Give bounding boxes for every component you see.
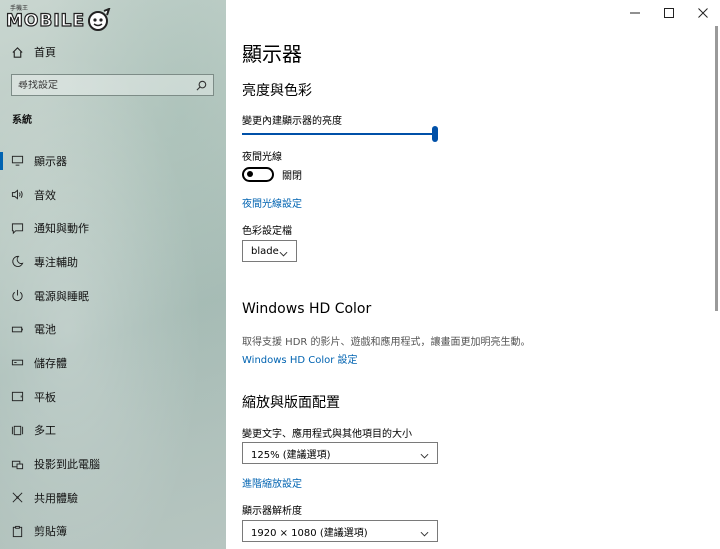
scale-value: 125% (建議選項)	[251, 449, 331, 461]
search-field[interactable]	[11, 74, 214, 96]
sidebar-item-notifications[interactable]: 通知與動作	[0, 211, 226, 245]
sidebar-item-label: 電池	[34, 323, 56, 337]
sidebar-item-project-to-pc[interactable]: 投影到此電腦	[0, 447, 226, 481]
brightness-slider[interactable]	[242, 126, 438, 142]
search-input[interactable]	[18, 79, 178, 91]
night-light-toggle[interactable]	[242, 166, 274, 182]
window-controls	[618, 0, 720, 24]
sidebar-item-label: 投影到此電腦	[34, 458, 100, 472]
sidebar: 手機王 MOBILE 首頁 系統 顯示器	[0, 0, 226, 549]
sidebar-item-label: 首頁	[34, 46, 56, 59]
sidebar-item-storage[interactable]: 儲存體	[0, 346, 226, 380]
close-button[interactable]	[686, 0, 720, 24]
sidebar-item-label: 顯示器	[34, 154, 67, 168]
watermark-brand-text: MOBILE	[5, 10, 86, 31]
sidebar-item-label: 電源與睡眠	[34, 289, 89, 303]
brightness-heading: 亮度與色彩	[242, 83, 312, 99]
sidebar-item-label: 多工	[34, 424, 56, 438]
sidebar-item-focus-assist[interactable]: 專注輔助	[0, 245, 226, 279]
sidebar-item-display[interactable]: 顯示器	[0, 144, 226, 178]
clipboard-icon	[0, 525, 34, 538]
chevron-down-icon	[420, 444, 429, 463]
minimize-icon	[630, 3, 640, 22]
color-profile-value: blade	[251, 245, 279, 257]
toggle-knob	[247, 171, 253, 177]
sidebar-section-title: 系統	[12, 115, 32, 126]
sidebar-item-multitasking[interactable]: 多工	[0, 414, 226, 448]
hdr-description: 取得支援 HDR 的影片、遊戲和應用程式，讓畫面更加明亮生動。	[242, 337, 531, 348]
storage-icon	[0, 356, 34, 369]
multitask-icon	[0, 424, 34, 437]
color-profile-dropdown[interactable]: blade	[242, 240, 297, 262]
search-icon[interactable]	[196, 76, 207, 95]
night-light-toggle-state: 關閉	[282, 170, 302, 182]
tablet-icon	[0, 390, 34, 403]
resolution-dropdown[interactable]: 1920 × 1080 (建議選項)	[242, 520, 438, 542]
sidebar-item-battery[interactable]: 電池	[0, 312, 226, 346]
chevron-down-icon	[420, 522, 429, 541]
maximize-button[interactable]	[652, 0, 686, 24]
home-icon	[0, 46, 34, 59]
logo-face-icon	[88, 8, 111, 31]
scale-layout-heading: 縮放與版面配置	[242, 395, 340, 411]
watermark-small-text: 手機王	[10, 5, 29, 12]
monitor-icon	[0, 154, 34, 167]
battery-icon	[0, 323, 34, 336]
sidebar-item-label: 儲存體	[34, 356, 67, 370]
hdr-heading: Windows HD Color	[242, 301, 372, 317]
moon-icon	[0, 255, 34, 268]
sidebar-item-label: 平板	[34, 390, 56, 404]
slider-track	[242, 133, 435, 135]
close-icon	[698, 3, 708, 22]
sidebar-item-clipboard[interactable]: 剪貼簿	[0, 515, 226, 549]
resolution-value: 1920 × 1080 (建議選項)	[251, 527, 368, 539]
night-light-label: 夜間光線	[242, 152, 282, 163]
page-title: 顯示器	[242, 42, 302, 66]
sidebar-item-label: 專注輔助	[34, 255, 78, 269]
sidebar-item-label: 通知與動作	[34, 222, 89, 236]
sidebar-item-label: 音效	[34, 188, 56, 202]
notification-icon	[0, 222, 34, 235]
sidebar-item-tablet[interactable]: 平板	[0, 380, 226, 414]
speaker-icon	[0, 188, 34, 201]
sidebar-item-sound[interactable]: 音效	[0, 178, 226, 212]
shared-icon	[0, 491, 34, 504]
slider-thumb[interactable]	[432, 126, 438, 142]
advanced-scaling-link[interactable]: 進階縮放設定	[242, 475, 302, 490]
scale-dropdown[interactable]: 125% (建議選項)	[242, 442, 438, 464]
scale-label: 變更文字、應用程式與其他項目的大小	[242, 429, 412, 440]
power-icon	[0, 289, 34, 302]
watermark-logo: 手機王 MOBILE	[5, 4, 111, 32]
sidebar-item-power-sleep[interactable]: 電源與睡眠	[0, 279, 226, 313]
night-light-toggle-row: 關閉	[242, 166, 302, 182]
resolution-label: 顯示器解析度	[242, 506, 302, 517]
sidebar-item-label: 共用體驗	[34, 491, 78, 505]
sidebar-item-home[interactable]: 首頁	[0, 40, 226, 64]
scrollbar[interactable]	[715, 26, 718, 311]
sidebar-item-label: 剪貼簿	[34, 525, 67, 539]
minimize-button[interactable]	[618, 0, 652, 24]
brightness-slider-label: 變更內建顯示器的亮度	[242, 116, 342, 127]
chevron-down-icon	[279, 242, 288, 261]
color-profile-label: 色彩設定檔	[242, 226, 292, 237]
night-light-settings-link[interactable]: 夜間光線設定	[242, 195, 302, 210]
sidebar-nav: 顯示器 音效 通知與動作 專注輔助 電源與睡眠 電池 儲存體 平板 多工 投影到…	[0, 144, 226, 548]
content-pane: 顯示器 亮度與色彩 變更內建顯示器的亮度 夜間光線 關閉 夜間光線設定 色彩設定…	[226, 0, 720, 549]
maximize-icon	[664, 3, 674, 22]
hdr-settings-link[interactable]: Windows HD Color 設定	[242, 351, 358, 366]
sidebar-item-shared-experiences[interactable]: 共用體驗	[0, 481, 226, 515]
project-icon	[0, 458, 34, 471]
